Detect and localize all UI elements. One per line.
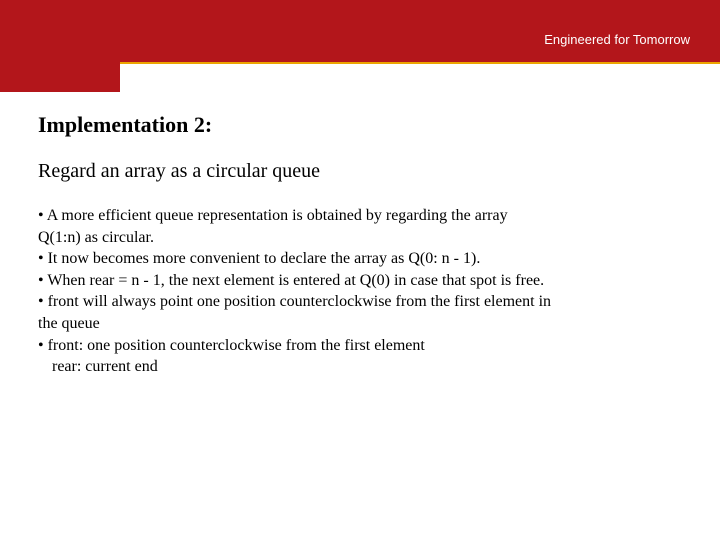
bullet-line: • A more efficient queue representation … [38,205,686,227]
bullet-line: the queue [38,313,686,335]
content-area: Implementation 2: Regard an array as a c… [38,112,686,378]
bullet-line: rear: current end [38,356,686,378]
bullet-line: • When rear = n - 1, the next element is… [38,270,686,292]
corner-block [0,0,120,92]
bullet-line: • front: one position counterclockwise f… [38,335,686,357]
bullet-list: • A more efficient queue representation … [38,205,686,378]
tagline: Engineered for Tomorrow [544,32,690,47]
slide: Engineered for Tomorrow Implementation 2… [0,0,720,540]
bullet-line: • It now becomes more convenient to decl… [38,248,686,270]
bullet-line: Q(1:n) as circular. [38,227,686,249]
slide-heading: Implementation 2: [38,112,686,138]
bullet-line: • front will always point one position c… [38,291,686,313]
slide-subheading: Regard an array as a circular queue [38,160,686,183]
